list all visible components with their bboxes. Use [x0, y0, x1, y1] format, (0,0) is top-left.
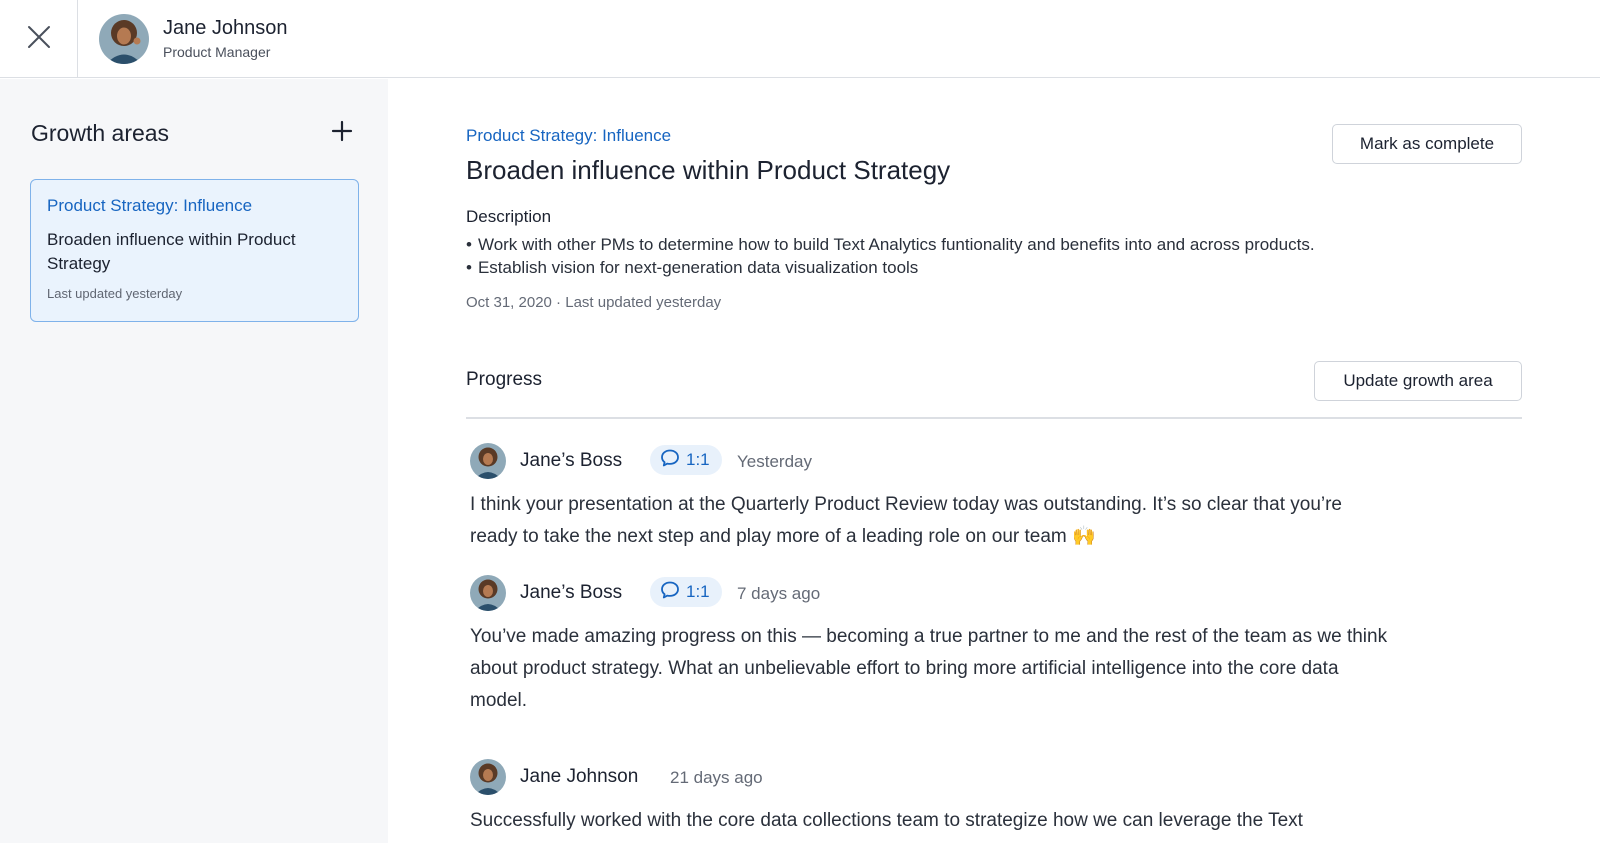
- entry-time: Yesterday: [737, 452, 812, 471]
- close-icon: [27, 25, 51, 54]
- avatar: [470, 575, 506, 611]
- progress-entry: Jane’s Boss 1:1 7 days ago You’ve made a…: [470, 575, 1510, 717]
- progress-divider: [466, 417, 1522, 419]
- user-role: Product Manager: [163, 44, 271, 60]
- sidebar: Growth areas Product Strategy: Influence…: [0, 79, 388, 843]
- badge-label: 1:1: [686, 450, 710, 469]
- entry-time: 7 days ago: [737, 584, 821, 603]
- avatar: [470, 443, 506, 479]
- description-item: Work with other PMs to determine how to …: [466, 233, 1315, 256]
- update-growth-area-button[interactable]: Update growth area: [1314, 361, 1522, 401]
- one-on-one-badge[interactable]: 1:1: [650, 577, 722, 607]
- description-item: Establish vision for next-generation dat…: [466, 256, 1315, 279]
- entry-text: You’ve made amazing progress on this — b…: [470, 626, 1388, 711]
- avatar: [470, 759, 506, 795]
- entry-time: 21 days ago: [670, 768, 763, 787]
- close-button[interactable]: [0, 0, 78, 78]
- progress-label: Progress: [466, 369, 543, 390]
- growth-area-title: Broaden influence within Product Strateg…: [47, 230, 296, 273]
- badge-label: 1:1: [686, 582, 710, 601]
- growth-area-category: Product Strategy: Influence: [47, 196, 253, 215]
- entry-author: Jane’s Boss: [520, 582, 623, 603]
- mark-complete-button[interactable]: Mark as complete: [1332, 124, 1522, 164]
- plus-icon: [331, 120, 353, 147]
- chat-bubble-icon: [660, 448, 680, 473]
- add-growth-area-button[interactable]: [328, 119, 356, 147]
- page-title: Broaden influence within Product Strateg…: [466, 155, 951, 185]
- entry-author: Jane Johnson: [520, 766, 639, 787]
- top-bar: Jane Johnson Product Manager: [0, 0, 1600, 78]
- growth-area-card[interactable]: Product Strategy: Influence Broaden infl…: [30, 179, 359, 322]
- sidebar-title: Growth areas: [31, 120, 170, 146]
- entry-text: Successfully worked with the core data c…: [470, 810, 1303, 831]
- description-label: Description: [466, 207, 552, 226]
- entry-author: Jane’s Boss: [520, 450, 623, 471]
- description-list: Work with other PMs to determine how to …: [466, 233, 1315, 279]
- growth-area-updated: Last updated yesterday: [47, 286, 183, 301]
- user-name: Jane Johnson: [163, 17, 288, 39]
- one-on-one-badge[interactable]: 1:1: [650, 445, 722, 475]
- chat-bubble-icon: [660, 580, 680, 605]
- category-link[interactable]: Product Strategy: Influence: [466, 126, 671, 146]
- progress-entry: Jane’s Boss 1:1 Yesterday I think your p…: [470, 443, 1510, 553]
- meta-date: Oct 31, 2020 · Last updated yesterday: [466, 294, 722, 311]
- progress-entry: Jane Johnson 21 days ago Successfully wo…: [470, 759, 1510, 837]
- user-avatar: [99, 14, 149, 64]
- entry-text: I think your presentation at the Quarter…: [470, 494, 1342, 547]
